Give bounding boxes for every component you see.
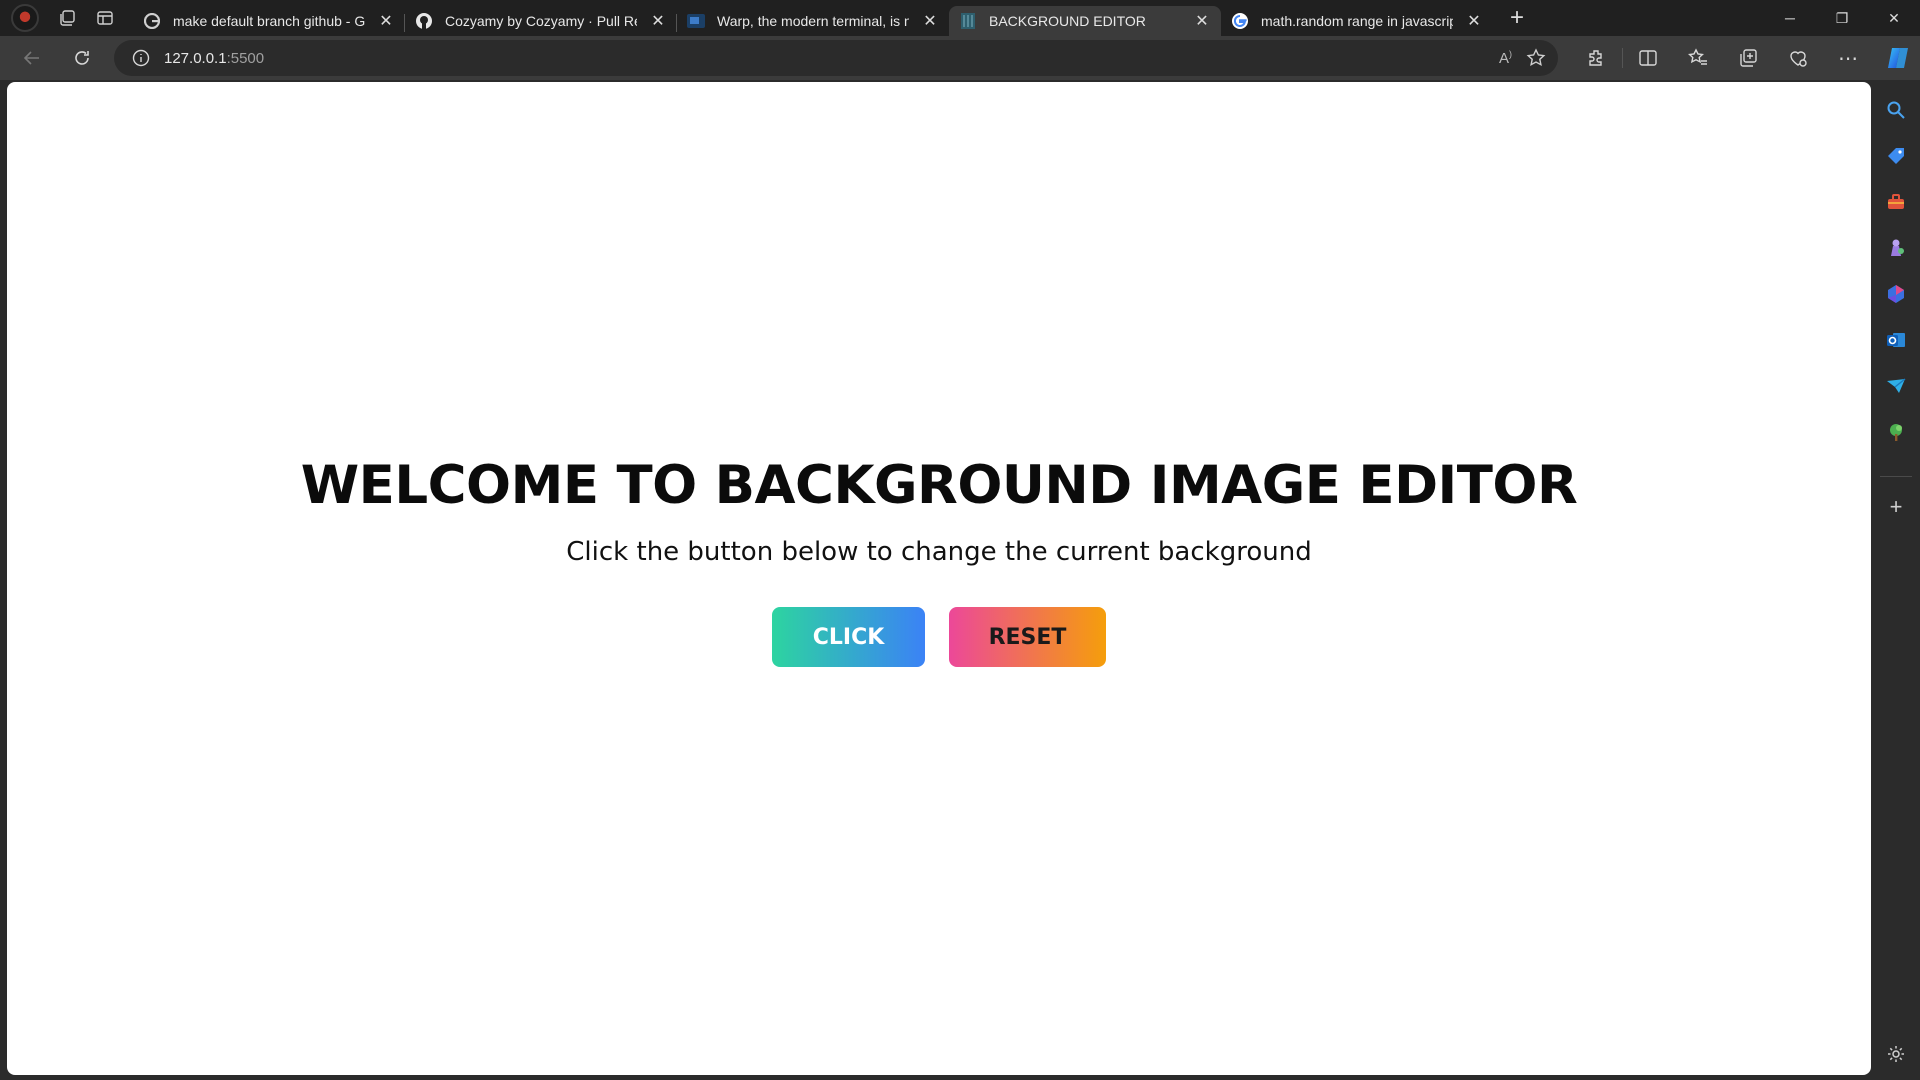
favorite-star-icon[interactable] — [1526, 48, 1546, 68]
site-info-icon[interactable] — [132, 49, 150, 67]
back-icon[interactable] — [14, 40, 50, 76]
favorites-icon[interactable] — [1673, 40, 1723, 76]
games-icon[interactable] — [1878, 230, 1914, 266]
restore-icon[interactable]: ❐ — [1816, 0, 1868, 36]
tools-icon[interactable] — [1878, 184, 1914, 220]
hero-section: WELCOME TO BACKGROUND IMAGE EDITOR Click… — [7, 455, 1871, 668]
reset-button[interactable]: RESET — [949, 607, 1106, 668]
tab-strip: make default branch github - Go ✕ Cozyam… — [0, 0, 1920, 36]
tab-title: BACKGROUND EDITOR — [989, 13, 1146, 29]
url-text: 127.0.0.1:5500 — [164, 50, 264, 67]
url-host: 127.0.0.1 — [164, 49, 227, 67]
add-icon[interactable]: + — [1878, 489, 1914, 525]
more-options-icon[interactable]: ⋯ — [1823, 40, 1873, 76]
browser-essentials-icon[interactable] — [1773, 40, 1823, 76]
settings-gear-icon[interactable] — [1878, 1036, 1914, 1072]
tab-title: make default branch github - Go — [173, 13, 365, 29]
close-window-icon[interactable]: ✕ — [1868, 0, 1920, 36]
outlook-icon[interactable] — [1878, 322, 1914, 358]
browser-window: make default branch github - Go ✕ Cozyam… — [0, 0, 1920, 1080]
tab-google-math-random[interactable]: math.random range in javascript ✕ — [1221, 6, 1493, 36]
tab-github-pull-requests[interactable]: Cozyamy by Cozyamy · Pull Requ ✕ — [404, 6, 677, 36]
collections-icon[interactable] — [1723, 40, 1773, 76]
tab-title: math.random range in javascript — [1261, 13, 1453, 29]
button-row: CLICK RESET — [772, 607, 1106, 668]
extensions-icon[interactable] — [1572, 40, 1622, 76]
url-port: :5500 — [226, 49, 265, 67]
click-button[interactable]: CLICK — [772, 607, 925, 668]
page-title: WELCOME TO BACKGROUND IMAGE EDITOR — [300, 455, 1578, 516]
window-controls: ─ ❐ ✕ — [1764, 0, 1920, 36]
tab-actions-icon[interactable] — [87, 0, 123, 36]
address-bar[interactable]: 127.0.0.1:5500 A) — [114, 40, 1558, 76]
split-screen-icon[interactable] — [1623, 40, 1673, 76]
search-icon[interactable] — [1878, 92, 1914, 128]
toolbar-right: ⋯ — [1572, 40, 1920, 76]
edge-sidebar: + — [1872, 82, 1920, 1080]
page-viewport: WELCOME TO BACKGROUND IMAGE EDITOR Click… — [7, 82, 1871, 1075]
warp-icon — [687, 12, 705, 30]
tab-title: Warp, the modern terminal, is no — [717, 13, 909, 29]
tree-icon[interactable] — [1878, 414, 1914, 450]
profile-avatar[interactable] — [11, 4, 39, 32]
browser-toolbar: 127.0.0.1:5500 A) ⋯ — [0, 36, 1920, 80]
copilot-icon[interactable] — [1873, 40, 1920, 76]
minimize-icon[interactable]: ─ — [1764, 0, 1816, 36]
read-aloud-icon[interactable]: A) — [1499, 49, 1512, 67]
google-icon — [143, 12, 161, 30]
send-icon[interactable] — [1878, 368, 1914, 404]
address-bar-actions: A) — [1499, 40, 1546, 76]
new-tab-button[interactable]: + — [1499, 0, 1535, 36]
close-icon[interactable]: ✕ — [1193, 12, 1211, 30]
microsoft-365-icon[interactable] — [1878, 276, 1914, 312]
page-icon — [959, 12, 977, 30]
github-icon — [415, 12, 433, 30]
close-icon[interactable]: ✕ — [921, 12, 939, 30]
close-icon[interactable]: ✕ — [377, 12, 395, 30]
close-icon[interactable]: ✕ — [1465, 12, 1483, 30]
tab-background-editor[interactable]: BACKGROUND EDITOR ✕ — [949, 6, 1221, 36]
tab-title: Cozyamy by Cozyamy · Pull Requ — [445, 13, 637, 29]
shopping-tag-icon[interactable] — [1878, 138, 1914, 174]
google-icon — [1231, 12, 1249, 30]
workspaces-icon[interactable] — [49, 0, 85, 36]
page-subtitle: Click the button below to change the cur… — [566, 537, 1312, 568]
tab-warp-terminal[interactable]: Warp, the modern terminal, is no ✕ — [676, 6, 949, 36]
refresh-icon[interactable] — [64, 40, 100, 76]
sidebar-divider — [1880, 476, 1912, 477]
close-icon[interactable]: ✕ — [649, 12, 667, 30]
tab-google-default-branch[interactable]: make default branch github - Go ✕ — [133, 6, 405, 36]
